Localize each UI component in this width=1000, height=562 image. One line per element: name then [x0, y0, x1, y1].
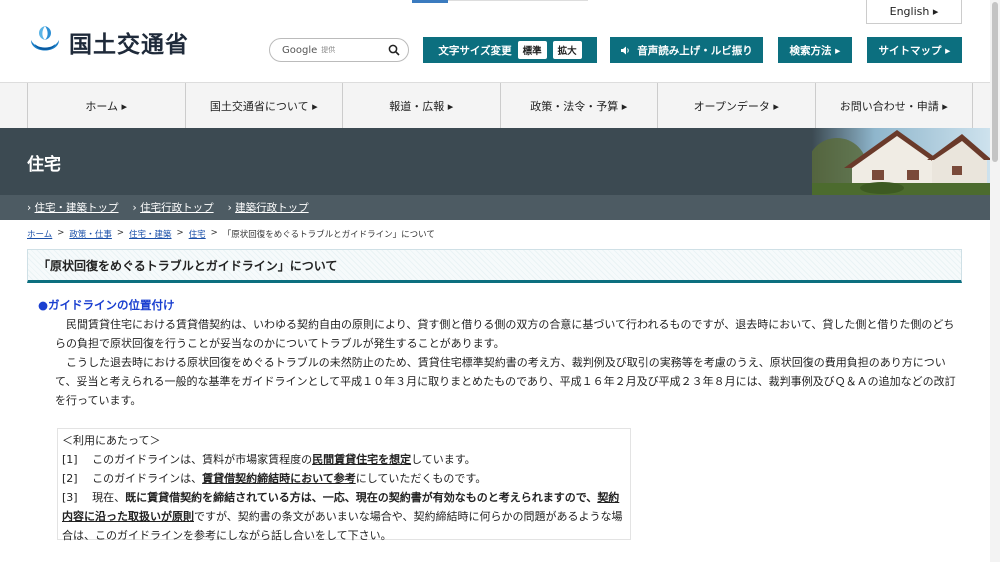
mlit-logo-icon [28, 25, 62, 59]
text-size-label: 文字サイズ変更 [438, 44, 512, 57]
search-provider-suffix: 提供 [321, 46, 336, 54]
breadcrumb-separator: > [57, 228, 65, 238]
logo-text: 国土交通省 [69, 32, 189, 58]
breadcrumb-housing-building[interactable]: 住宅・建築 [129, 228, 172, 240]
note-2-suffix: にしていただくものです。 [355, 472, 487, 485]
text-size-large-button[interactable]: 拡大 [552, 41, 582, 59]
search-box[interactable]: Google 提供 [269, 38, 409, 62]
voice-reader-label: 音声読み上げ・ルビ振り [637, 44, 753, 57]
page-title: 「原状回復をめぐるトラブルとガイドライン」について [27, 249, 962, 283]
sitemap-button[interactable]: サイトマップ ▸ [867, 37, 962, 63]
subnav-link[interactable]: 住宅行政トップ [140, 202, 214, 214]
paragraph-2: こうした退去時における原状回復をめぐるトラブルの未然防止のため、賃貸住宅標準契約… [55, 356, 956, 407]
text-size-standard-button[interactable]: 標準 [517, 41, 547, 59]
breadcrumb-current: 「原状回復をめぐるトラブルとガイドライン」について [222, 230, 435, 240]
site-logo[interactable]: 国土交通省 [27, 24, 189, 60]
note-2: [2] このガイドラインは、賃貸借契約締結時において参考にしていただくものです。 [62, 469, 626, 488]
note-2-prefix: [2] このガイドラインは、 [62, 472, 203, 485]
scrollbar-thumb[interactable] [992, 2, 998, 162]
speaker-icon [621, 46, 629, 54]
search-provider: Google [282, 44, 318, 56]
note-3-bold: 既に賃貸借契約を締結されている方は、一応、現在の契約書が有効なものと考えられます… [125, 491, 598, 504]
page: English ▸ 国土交通省 Google 提供 文字サイズ変更 標準 拡大 … [0, 0, 1000, 562]
subnav-item-housing-admin[interactable]: › 住宅行政トップ [133, 200, 214, 215]
english-button[interactable]: English ▸ [866, 0, 962, 24]
paragraph-1: 民間賃貸住宅における賃貸借契約は、いわゆる契約自由の原則により、貸す側と借りる側… [55, 318, 955, 350]
main-nav: ホーム ▸ 国土交通省について ▸ 報道・広報 ▸ 政策・法令・予算 ▸ オープ… [0, 82, 1000, 128]
nav-contact[interactable]: お問い合わせ・申請 ▸ [814, 83, 973, 128]
note-2-emphasis: 賃貸借契約締結時において参考 [202, 472, 356, 485]
page-banner: 住宅 [0, 128, 1000, 195]
text-size-control: 文字サイズ変更 標準 拡大 [423, 37, 597, 63]
note-1-prefix: [1] このガイドラインは、賃料が市場家賃程度の [62, 453, 313, 466]
breadcrumb-policy[interactable]: 政策・仕事 [69, 228, 112, 240]
page-scrollbar[interactable] [990, 0, 1000, 562]
breadcrumb-separator: > [210, 228, 218, 238]
top-accent [412, 0, 448, 3]
nav-about[interactable]: 国土交通省について ▸ [184, 83, 343, 128]
house-photo [812, 128, 992, 195]
nav-home[interactable]: ホーム ▸ [27, 83, 185, 128]
breadcrumb-separator: > [176, 228, 184, 238]
subnav-link[interactable]: 住宅・建築トップ [35, 202, 119, 214]
section-title: ●ガイドラインの位置付け [38, 298, 175, 312]
banner-title: 住宅 [27, 155, 61, 175]
note-3: [3] 現在、既に賃貸借契約を締結されている方は、一応、現在の契約書が有効なもの… [62, 488, 626, 545]
top-accent-line [448, 0, 588, 1]
nav-press[interactable]: 報道・広報 ▸ [342, 83, 500, 128]
usage-notes-box: ＜利用にあたって＞ [1] このガイドラインは、賃料が市場家賃程度の民間賃貸住宅… [57, 428, 631, 542]
breadcrumb: ホーム > 政策・仕事 > 住宅・建築 > 住宅 > 「原状回復をめぐるトラブル… [27, 228, 435, 240]
search-icon[interactable] [388, 44, 400, 56]
breadcrumb-home[interactable]: ホーム [27, 228, 52, 240]
note-1: [1] このガイドラインは、賃料が市場家賃程度の民間賃貸住宅を想定しています。 [62, 450, 626, 469]
nav-open-data[interactable]: オープンデータ ▸ [657, 83, 815, 128]
voice-reader-button[interactable]: 音声読み上げ・ルビ振り [610, 37, 763, 63]
subnav-link[interactable]: 建築行政トップ [235, 202, 309, 214]
breadcrumb-housing[interactable]: 住宅 [189, 228, 206, 240]
note-1-emphasis: 民間賃貸住宅を想定 [312, 453, 412, 466]
breadcrumb-separator: > [116, 228, 125, 238]
subnav-item-building-admin[interactable]: › 建築行政トップ [228, 200, 309, 215]
notes-title: ＜利用にあたって＞ [62, 434, 161, 447]
note-1-suffix: しています。 [411, 453, 476, 466]
subnav-item-housing-building[interactable]: › 住宅・建築トップ [27, 200, 119, 215]
nav-policy[interactable]: 政策・法令・予算 ▸ [499, 83, 658, 128]
sub-nav: › 住宅・建築トップ › 住宅行政トップ › 建築行政トップ [0, 195, 1000, 220]
search-method-button[interactable]: 検索方法 ▸ [778, 37, 852, 63]
note-3-prefix: [3] 現在、 [62, 491, 126, 504]
